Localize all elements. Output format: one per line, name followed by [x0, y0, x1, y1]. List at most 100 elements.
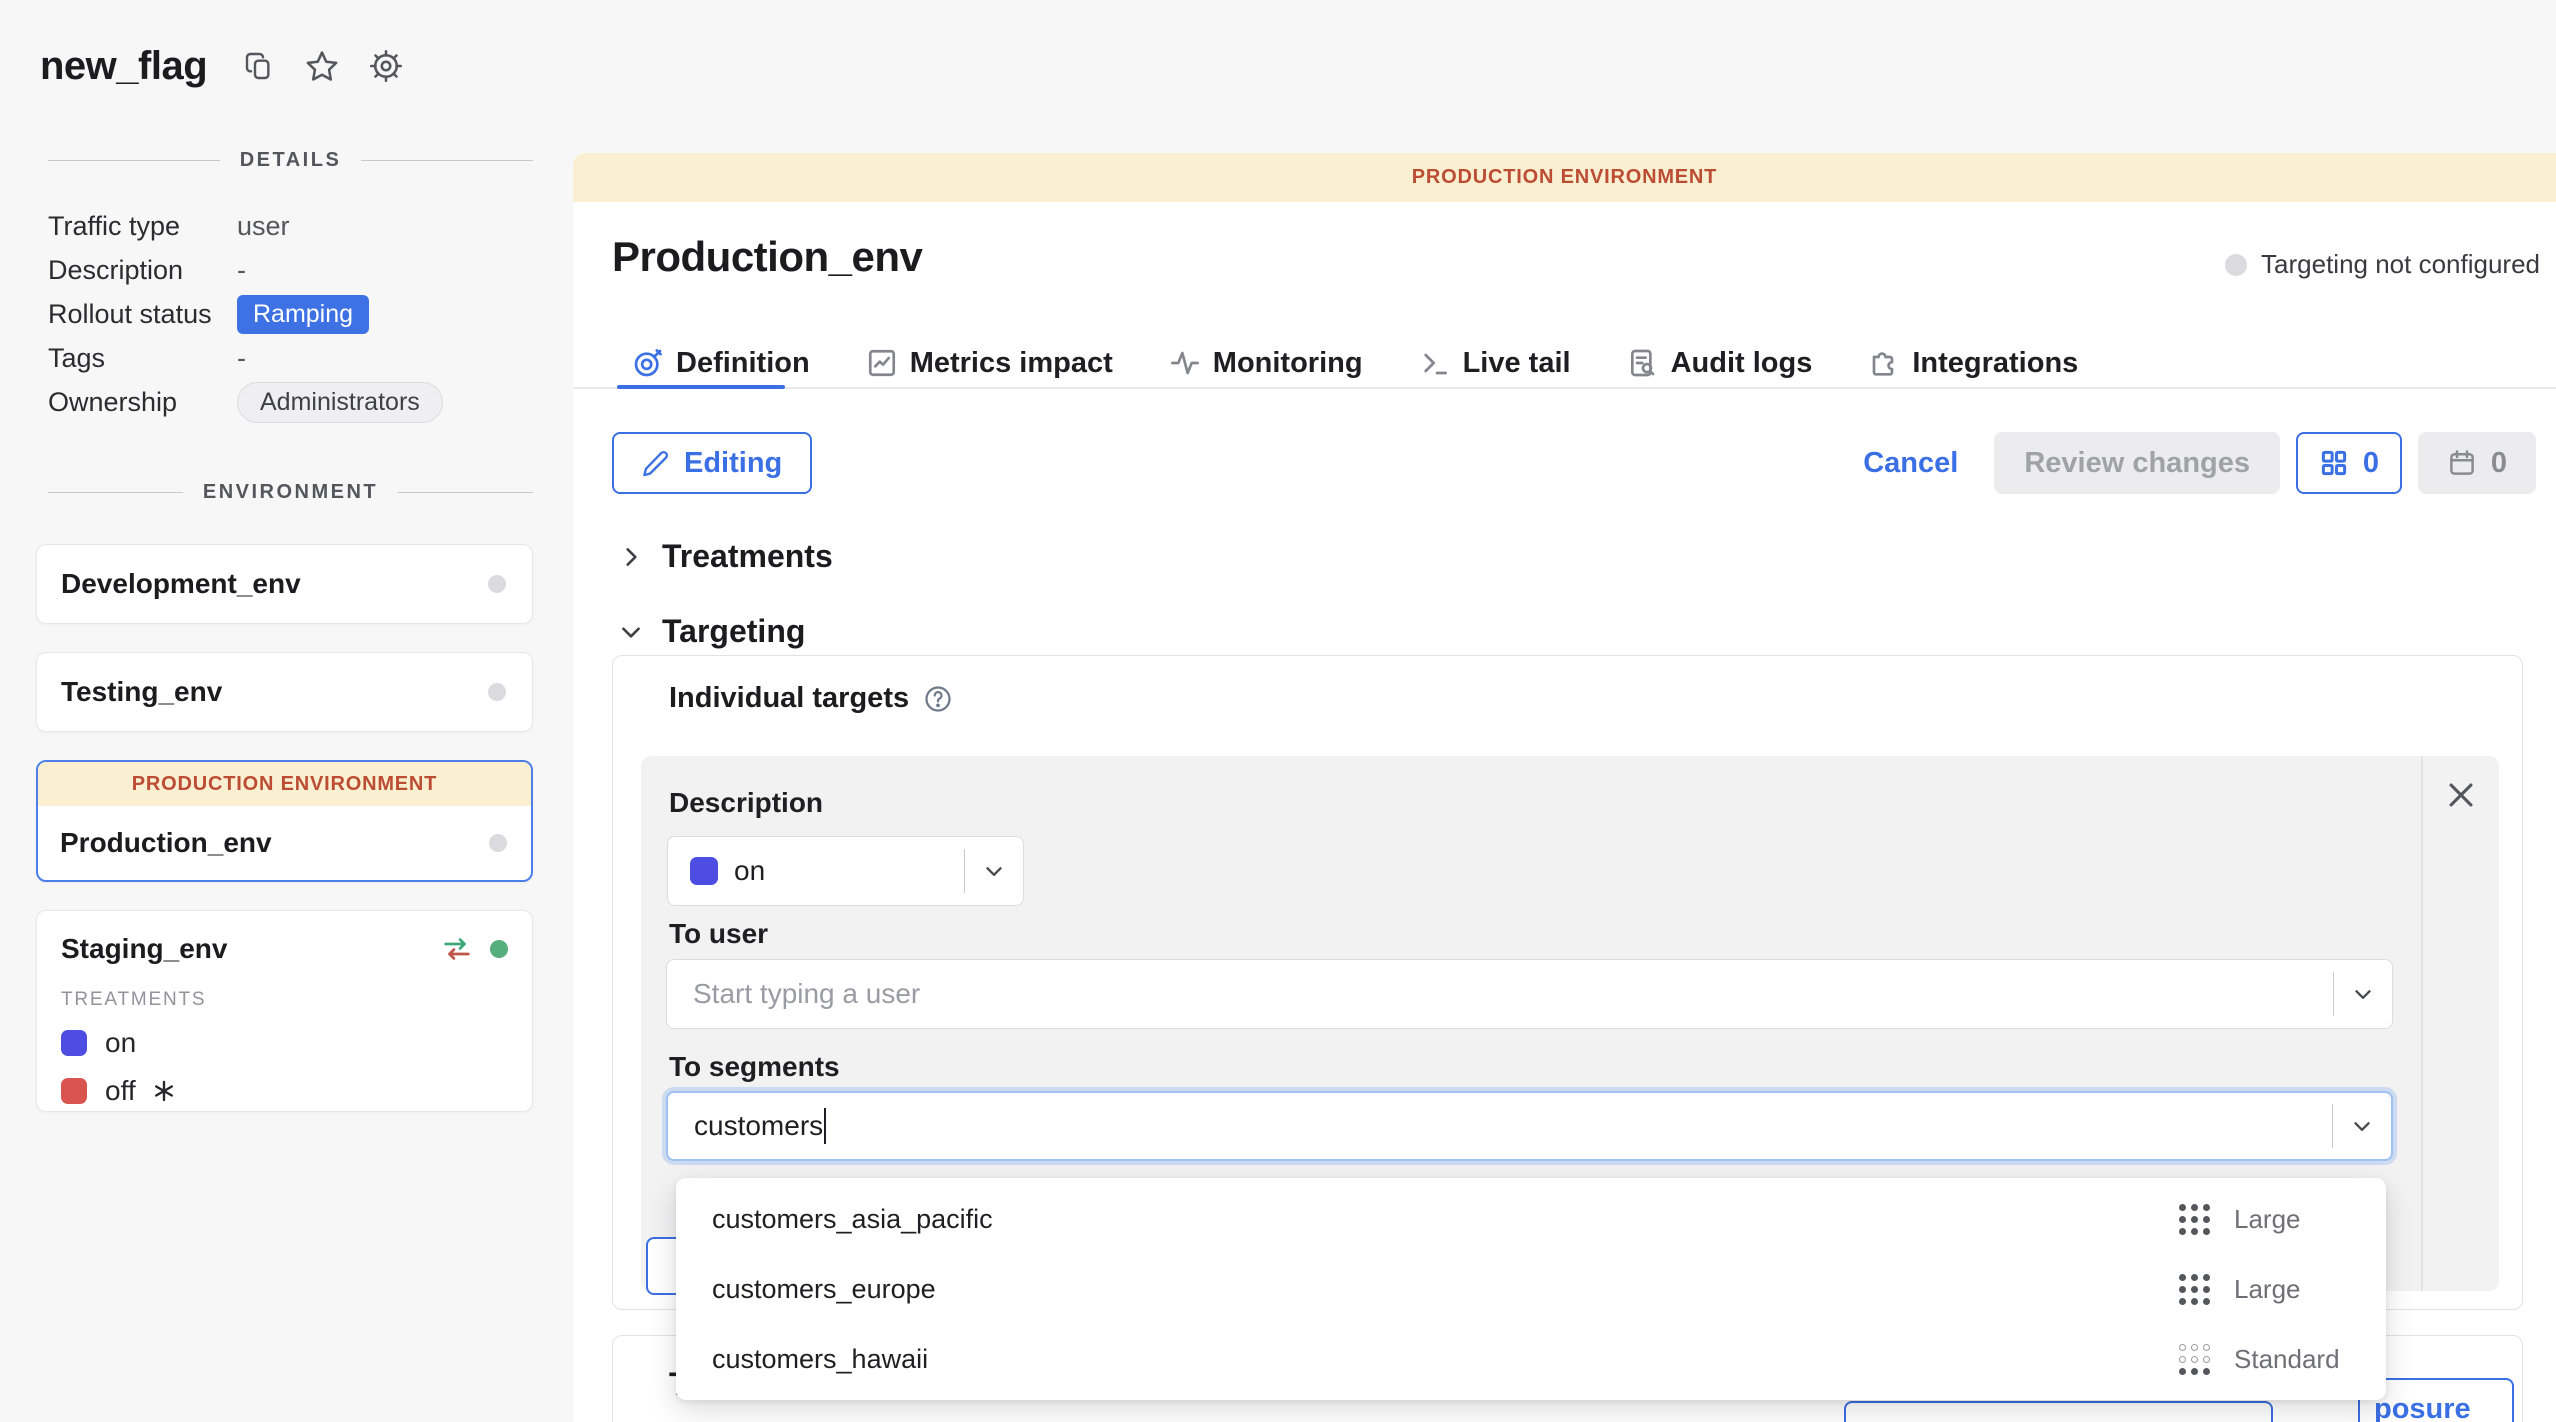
targeting-section-toggle[interactable]: Targeting	[618, 613, 805, 650]
rule-side-column	[2421, 756, 2499, 1291]
help-circle-icon[interactable]	[923, 684, 953, 714]
divider-line	[398, 492, 533, 493]
env-status-dot	[489, 834, 507, 852]
env-name: Production_env	[60, 827, 272, 859]
tab-integrations[interactable]: Integrations	[1868, 347, 2078, 380]
schedule-count: 0	[2491, 447, 2507, 480]
review-changes-button[interactable]: Review changes	[1994, 432, 2280, 494]
traffic-type-label: Traffic type	[48, 211, 237, 242]
details-heading-label: DETAILS	[220, 149, 362, 172]
chart-icon	[866, 347, 898, 379]
pulse-icon	[1169, 347, 1201, 379]
rollout-status-badge: Ramping	[237, 295, 369, 334]
env-card-development[interactable]: Development_env	[36, 544, 533, 624]
to-user-input[interactable]	[667, 960, 2333, 1028]
to-segments-label: To segments	[669, 1051, 840, 1083]
tab-live-tail[interactable]: Live tail	[1419, 347, 1571, 380]
pencil-icon	[642, 449, 670, 477]
flag-header: new_flag	[40, 42, 573, 90]
treatment-row-off: off	[61, 1075, 508, 1107]
to-segments-value: customers	[694, 1110, 823, 1142]
dots-grid-standard-icon	[2179, 1344, 2210, 1375]
detail-row-description: Description -	[48, 248, 573, 292]
add-rule-button-partial[interactable]	[1844, 1401, 2273, 1422]
grid-icon	[2319, 448, 2349, 478]
app-screen: new_flag DETAILS Traffic type user Descr…	[0, 0, 2556, 1422]
environment-list: Development_env Testing_env PRODUCTION E…	[36, 544, 533, 1112]
tab-audit-logs[interactable]: Audit logs	[1627, 347, 1813, 380]
editing-button[interactable]: Editing	[612, 432, 812, 494]
main-panel: PRODUCTION ENVIRONMENT Production_env Ta…	[573, 153, 2556, 1422]
tab-label: Definition	[676, 347, 810, 380]
terminal-icon	[1419, 347, 1451, 379]
targeting-status-text: Targeting not configured	[2261, 249, 2540, 280]
chevron-right-icon	[618, 544, 644, 570]
treatment-on-swatch	[690, 857, 718, 885]
dots-grid-icon	[2179, 1274, 2210, 1305]
cancel-button[interactable]: Cancel	[1863, 447, 1958, 480]
divider-line	[361, 160, 533, 161]
treatment-on-swatch	[61, 1030, 87, 1056]
treatments-heading: TREATMENTS	[61, 989, 508, 1011]
treatment-select[interactable]: on	[667, 836, 1024, 906]
star-icon[interactable]	[305, 49, 339, 83]
rollout-status-label: Rollout status	[48, 299, 237, 330]
flag-title: new_flag	[40, 44, 207, 89]
treatment-on-label: on	[105, 1027, 136, 1059]
treatments-section-toggle[interactable]: Treatments	[618, 538, 833, 575]
ownership-pill[interactable]: Administrators	[237, 382, 443, 423]
copy-icon[interactable]	[243, 50, 275, 82]
details-section-heading: DETAILS	[48, 146, 533, 174]
treatment-off-label: off	[105, 1075, 136, 1107]
tab-label: Monitoring	[1213, 347, 1363, 380]
audit-doc-icon	[1627, 347, 1659, 379]
to-segments-field: customers	[666, 1091, 2393, 1161]
tab-label: Audit logs	[1671, 347, 1813, 380]
detail-row-tags: Tags -	[48, 336, 573, 380]
close-icon[interactable]	[2443, 778, 2479, 814]
segment-size: Large	[2234, 1204, 2346, 1235]
treatment-off-swatch	[61, 1078, 87, 1104]
details-list: Traffic type user Description - Rollout …	[48, 204, 573, 424]
env-card-production[interactable]: PRODUCTION ENVIRONMENT Production_env	[36, 760, 533, 882]
tab-definition[interactable]: Definition	[632, 347, 810, 380]
page-title: Production_env	[612, 233, 922, 281]
tags-value: -	[237, 343, 246, 374]
divider-line	[48, 160, 220, 161]
tab-bar: Definition Metrics impact Monitoring Liv…	[632, 338, 2078, 388]
env-status-dot	[490, 940, 508, 958]
gear-icon[interactable]	[369, 49, 403, 83]
target-pencil-icon	[632, 347, 664, 379]
chevron-down-icon[interactable]	[2333, 1113, 2391, 1139]
chevron-down-icon[interactable]	[965, 858, 1023, 884]
segment-option-hawaii[interactable]: customers_hawaii Standard	[676, 1324, 2386, 1394]
tab-monitoring[interactable]: Monitoring	[1169, 347, 1363, 380]
segment-name: customers_europe	[712, 1274, 2179, 1305]
treatment-row-on: on	[61, 1027, 508, 1059]
traffic-type-value: user	[237, 211, 290, 242]
segment-name: customers_asia_pacific	[712, 1204, 2179, 1235]
changes-count-button[interactable]: 0	[2296, 432, 2402, 494]
tab-label: Integrations	[1912, 347, 2078, 380]
divider-line	[48, 492, 183, 493]
segment-option-asia-pacific[interactable]: customers_asia_pacific Large	[676, 1184, 2386, 1254]
to-user-label: To user	[669, 918, 768, 950]
tab-metrics-impact[interactable]: Metrics impact	[866, 347, 1113, 380]
schedule-count-button[interactable]: 0	[2418, 432, 2536, 494]
text-caret	[824, 1108, 826, 1144]
treatments-section-title: Treatments	[662, 538, 833, 575]
sidebar: new_flag DETAILS Traffic type user Descr…	[0, 0, 573, 1422]
targeting-status: Targeting not configured	[2225, 249, 2540, 280]
ownership-label: Ownership	[48, 387, 237, 418]
segment-option-europe[interactable]: customers_europe Large	[676, 1254, 2386, 1324]
env-card-testing[interactable]: Testing_env	[36, 652, 533, 732]
chevron-down-icon[interactable]	[2334, 981, 2392, 1007]
targeting-section-title: Targeting	[662, 613, 805, 650]
detail-row-traffic-type: Traffic type user	[48, 204, 573, 248]
description-value: -	[237, 255, 246, 286]
default-asterisk-icon	[152, 1079, 176, 1103]
detail-row-ownership: Ownership Administrators	[48, 380, 573, 424]
env-card-staging[interactable]: Staging_env TREATMENTS on off	[36, 910, 533, 1112]
to-segments-input[interactable]: customers	[668, 1108, 2332, 1144]
tabs-divider	[573, 387, 2556, 389]
